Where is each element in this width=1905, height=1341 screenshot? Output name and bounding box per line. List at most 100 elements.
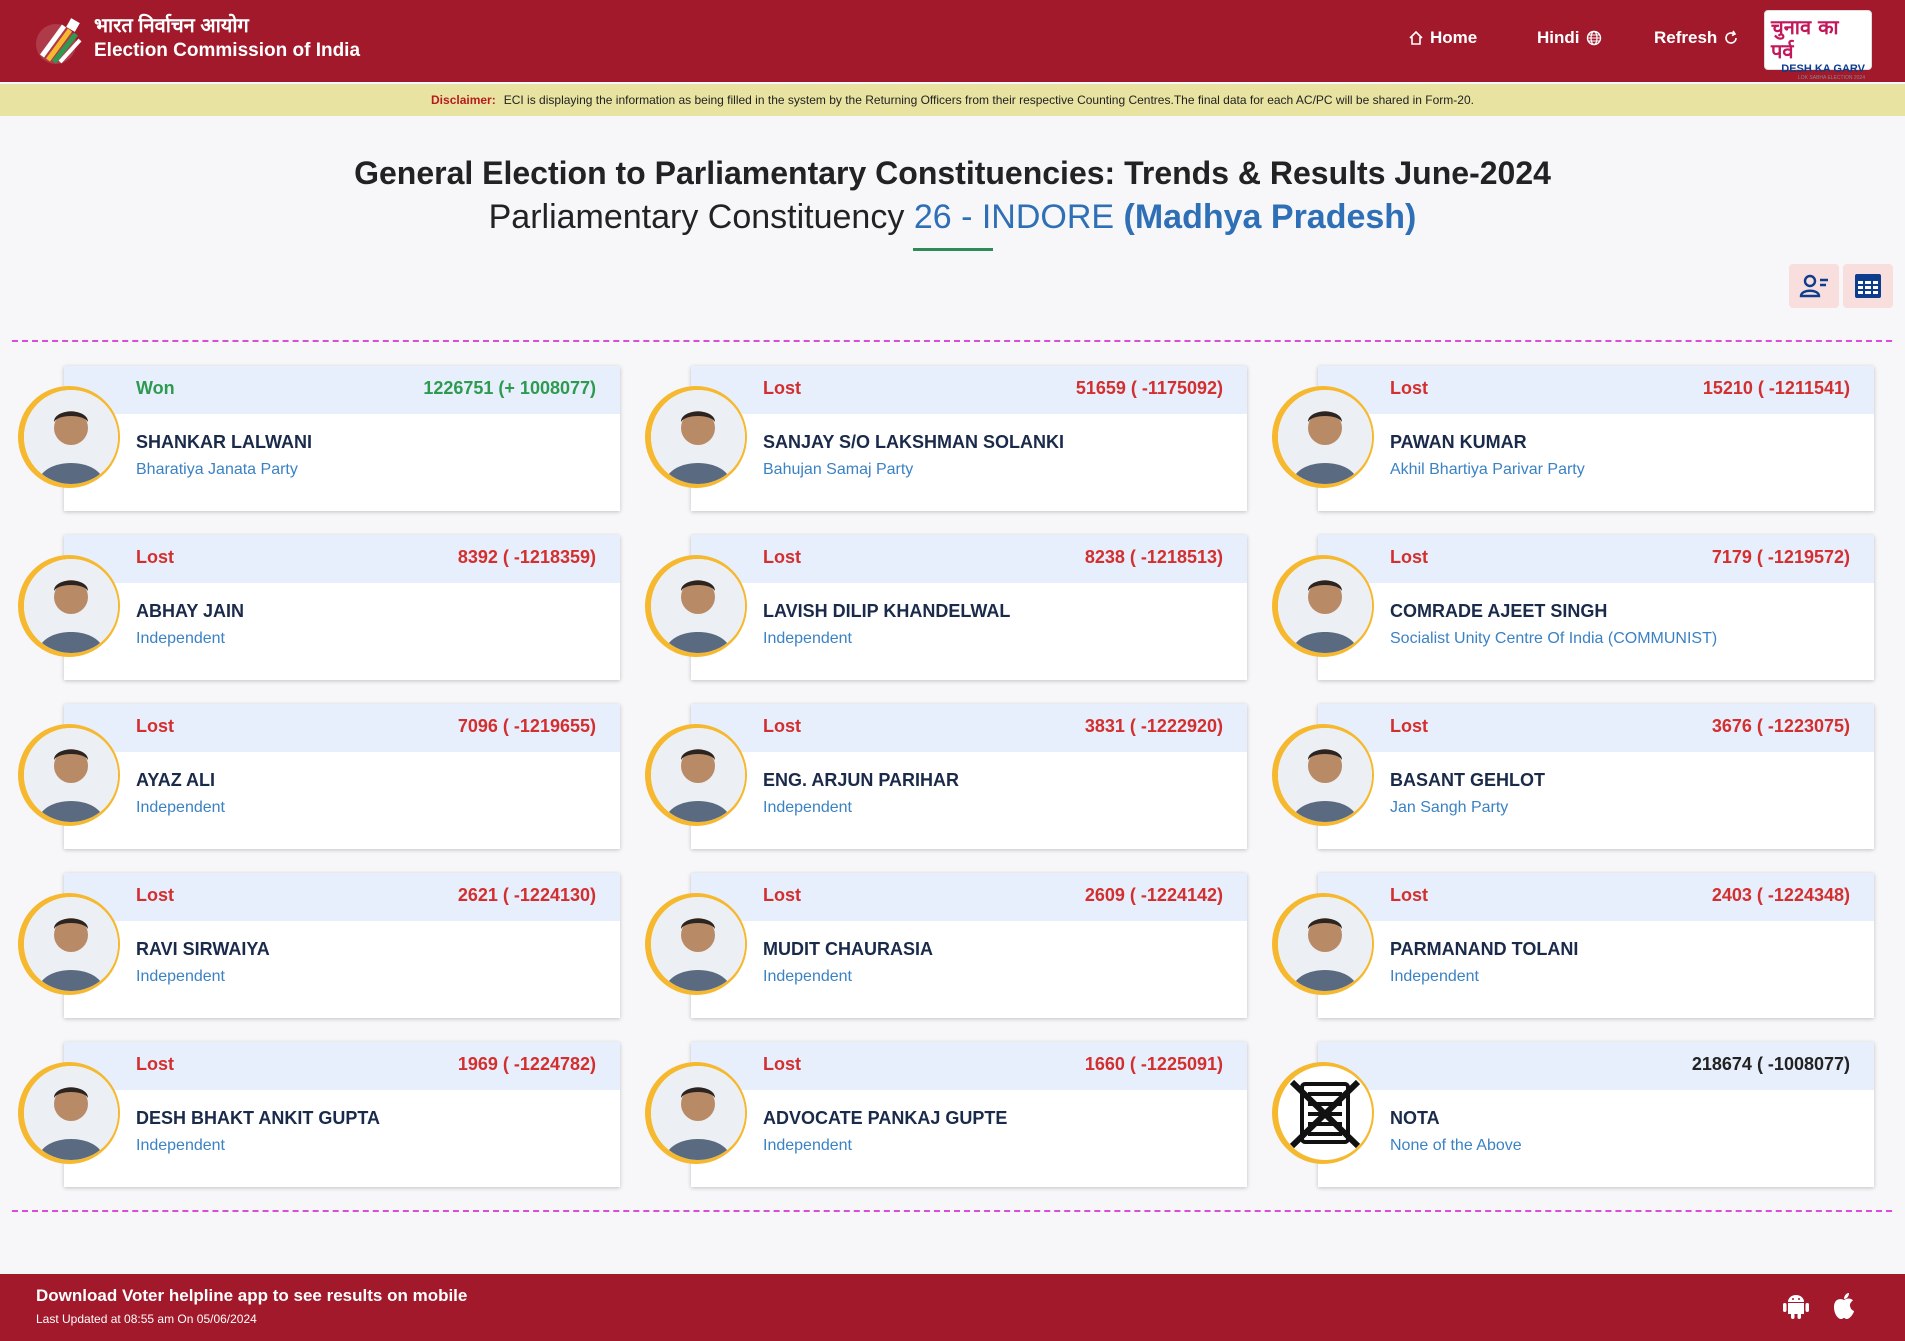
result-status: Lost — [136, 1054, 174, 1074]
badge-hindi: चुनाव का पर्व — [1771, 15, 1839, 63]
candidate-card[interactable]: Lost 8392 ( -1218359) ABHAY JAIN Independen… — [18, 535, 620, 680]
home-icon — [1409, 30, 1423, 45]
party-name: Bharatiya Janata Party — [136, 461, 298, 478]
party-name: Independent — [136, 968, 225, 985]
candidate-name: DESH BHAKT ANKIT GUPTA — [136, 1108, 380, 1128]
divider-top — [12, 340, 1892, 342]
party-name: Jan Sangh Party — [1390, 799, 1509, 816]
party-name: Independent — [763, 630, 852, 647]
candidate-name: LAVISH DILIP KHANDELWAL — [763, 601, 1011, 621]
party-name: Independent — [763, 1137, 852, 1154]
candidate-name: AYAZ ALI — [136, 770, 216, 790]
candidate-card[interactable]: Lost 2403 ( -1224348) PARMANAND TOLANI Inde… — [1272, 873, 1874, 1018]
candidate-photo — [1278, 390, 1372, 484]
result-status: Lost — [136, 716, 174, 736]
page-title: General Election to Parliamentary Consti… — [354, 155, 1551, 191]
badge-subtext: LOK SABHA ELECTION 2024 — [1798, 75, 1865, 81]
candidate-name: ABHAY JAIN — [136, 601, 245, 621]
candidate-card[interactable]: Lost 15210 ( -1211541) PAWAN KUMAR Akhil Bh… — [1272, 366, 1874, 511]
candidate-name: SHANKAR LALWANI — [136, 432, 312, 452]
result-status: Lost — [1390, 716, 1428, 736]
refresh-icon — [1725, 30, 1738, 44]
party-name: Independent — [136, 1137, 225, 1154]
candidate-photo — [24, 728, 118, 822]
constituency-title: Parliamentary Constituency 26 - INDORE (… — [0, 198, 1905, 237]
user-list-icon — [1799, 274, 1828, 298]
candidate-card[interactable]: Lost 7179 ( -1219572) COMRADE AJEET SINGH S… — [1272, 535, 1874, 680]
candidate-photo — [651, 390, 745, 484]
candidate-card[interactable]: Lost 2621 ( -1224130) RAVI SIRWAIYA Indepen… — [18, 873, 620, 1018]
result-status: Lost — [763, 885, 801, 905]
party-name: Socialist Unity Centre Of India (COMMUNI… — [1390, 630, 1718, 647]
nav-refresh-label: Refresh — [1654, 28, 1718, 47]
candidate-name: NOTA — [1390, 1108, 1440, 1128]
vote-count: 15210 ( -1211541) — [1702, 378, 1850, 398]
candidate-card[interactable]: 218674 ( -1008077) NOTA None of the Above — [1272, 1042, 1874, 1187]
brand[interactable]: भारत निर्वाचन आयोग Election Commission o… — [94, 14, 360, 64]
vote-count: 7096 ( -1219655) — [457, 716, 596, 736]
candidate-name: COMRADE AJEET SINGH — [1390, 601, 1608, 621]
candidate-card[interactable]: Lost 7096 ( -1219655) AYAZ ALI Independent — [18, 704, 620, 849]
vote-count: 218674 ( -1008077) — [1691, 1054, 1850, 1074]
footer-download-text: Download Voter helpline app to see resul… — [36, 1286, 468, 1305]
candidate-name: ADVOCATE PANKAJ GUPTE — [763, 1108, 1008, 1128]
nav-home[interactable]: Home — [1408, 28, 1477, 48]
vote-count: 7179 ( -1219572) — [1711, 547, 1850, 567]
candidate-name: PAWAN KUMAR — [1390, 432, 1527, 452]
candidate-photo — [24, 559, 118, 653]
constituency-name: 26 - INDORE — [913, 198, 1115, 236]
nota-icon — [1278, 1066, 1372, 1160]
vote-count: 2621 ( -1224130) — [457, 885, 596, 905]
result-status: Lost — [763, 716, 801, 736]
candidate-card[interactable]: Lost 3676 ( -1223075) BASANT GEHLOT Jan San… — [1272, 704, 1874, 849]
candidate-card[interactable]: Lost 8238 ( -1218513) LAVISH DILIP KHANDEL… — [645, 535, 1247, 680]
table-view-button[interactable] — [1843, 264, 1893, 308]
vote-count: 1660 ( -1225091) — [1084, 1054, 1223, 1074]
candidate-view-button[interactable] — [1789, 264, 1839, 308]
vote-count: 8238 ( -1218513) — [1084, 547, 1223, 567]
disclaimer-bar: Disclaimer: ECI is displaying the informa… — [0, 84, 1905, 116]
candidate-photo — [24, 1066, 118, 1160]
android-icon[interactable] — [1780, 1290, 1812, 1322]
brand-english: Election Commission of India — [94, 40, 361, 61]
title-underline — [913, 248, 993, 251]
candidate-photo — [24, 390, 118, 484]
candidate-name: BASANT GEHLOT — [1390, 770, 1545, 790]
vote-count: 1969 ( -1224782) — [457, 1054, 596, 1074]
footer-last-updated: Last Updated at 08:55 am On 05/06/2024 — [36, 1312, 257, 1326]
result-status: Lost — [763, 378, 801, 398]
candidate-name: PARMANAND TOLANI — [1390, 939, 1579, 959]
candidate-photo — [1278, 897, 1372, 991]
nav-hindi[interactable]: Hindi — [1537, 28, 1602, 48]
result-status: Lost — [1390, 378, 1428, 398]
candidate-name: ENG. ARJUN PARIHAR — [763, 770, 960, 790]
state-name: (Madhya Pradesh) — [1123, 198, 1417, 236]
result-status: Lost — [763, 547, 801, 567]
candidate-photo — [1278, 559, 1372, 653]
vote-count: 51659 ( -1175092) — [1075, 378, 1223, 398]
candidate-photo — [651, 728, 745, 822]
candidate-card[interactable]: Lost 1660 ( -1225091) ADVOCATE PANKAJ GUPT… — [645, 1042, 1247, 1187]
vote-count: 2609 ( -1224142) — [1084, 885, 1223, 905]
candidate-card[interactable]: Lost 2609 ( -1224142) MUDIT CHAURASIA Indep… — [645, 873, 1247, 1018]
candidate-card[interactable]: Won 1226751 (+ 1008077) SHANKAR LALWANI Bha… — [18, 366, 620, 511]
election-campaign-logo: चुनाव का पर्व DESH KA GARV LOK SABHA ELE… — [1764, 10, 1872, 81]
party-name: Akhil Bhartiya Parivar Party — [1390, 461, 1585, 478]
nav-refresh[interactable]: Refresh — [1654, 28, 1739, 48]
candidate-card[interactable]: Lost 1969 ( -1224782) DESH BHAKT ANKIT GUP… — [18, 1042, 620, 1187]
top-header: भारत निर्वाचन आयोग Election Commission o… — [0, 0, 1905, 82]
nav-hindi-label: Hindi — [1537, 28, 1580, 47]
nav-home-label: Home — [1430, 28, 1478, 47]
vote-count: 1226751 (+ 1008077) — [423, 378, 596, 398]
vote-count: 3831 ( -1222920) — [1084, 716, 1223, 736]
result-status: Won — [136, 378, 175, 398]
eci-logo-icon[interactable] — [34, 12, 90, 68]
party-name: Independent — [136, 799, 225, 816]
result-status: Lost — [136, 547, 174, 567]
candidate-card[interactable]: Lost 51659 ( -1175092) SANJAY S/O LAKSHMAN… — [645, 366, 1247, 511]
result-status: Lost — [1390, 885, 1428, 905]
constituency-prefix: Parliamentary Constituency — [488, 198, 905, 236]
candidate-card[interactable]: Lost 3831 ( -1222920) ENG. ARJUN PARIHAR In… — [645, 704, 1247, 849]
apple-icon[interactable] — [1828, 1290, 1860, 1322]
badge-english: DESH KA GARV — [1781, 63, 1865, 75]
